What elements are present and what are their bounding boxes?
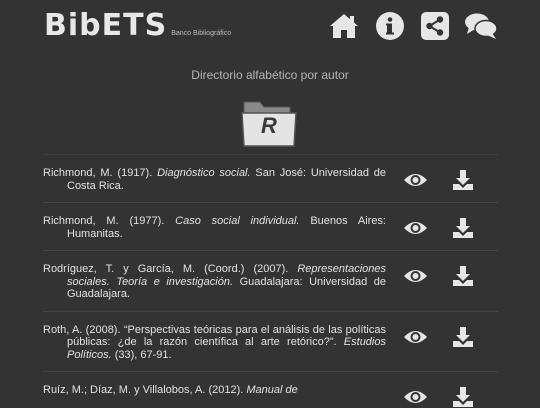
reference-text: Roth, A. (2008). “Perspectivas teóricas … [43,324,386,362]
ref-title: Diagnóstico social. [157,167,251,179]
list-item: Rodríguez, T. y García, M. (Coord.) (200… [43,250,498,311]
ref-authors: Roth, A. (2008). “Perspectivas teóricas … [43,323,386,349]
ref-title: Caso social individual. [175,215,300,227]
ref-authors: Rodríguez, T. y García, M. (Coord.) (200… [43,263,298,275]
ref-authors: Richmond, M. (1977). [43,215,176,227]
header: BibETS Banco Bibliográfico [0,0,540,56]
logo-subtitle: Banco Bibliográfico [171,30,232,37]
home-icon[interactable] [328,11,360,41]
download-icon[interactable] [452,217,474,239]
ref-authors: Richmond, M. (1917). [43,167,158,179]
directory-title: Directorio alfabético por autor [191,68,349,82]
list-item: Richmond, M. (1977). Caso social individ… [43,202,498,250]
share-icon[interactable] [419,11,451,41]
eye-icon[interactable] [403,388,428,406]
folder-letter-badge: R [240,96,298,148]
info-icon[interactable] [374,11,406,41]
logo-text: BibETS [44,8,168,43]
ref-title: Manual de [246,384,298,396]
download-icon[interactable] [452,169,474,191]
download-icon[interactable] [452,265,474,287]
list-item: Ruíz, M.; Díaz, M. y Villalobos, A. (201… [43,371,498,407]
folder-letter: R [261,113,277,138]
logo[interactable]: BibETS Banco Bibliográfico [44,9,231,43]
eye-icon[interactable] [403,219,428,237]
reference-text: Richmond, M. (1977). Caso social individ… [43,215,386,240]
reference-text: Rodríguez, T. y García, M. (Coord.) (200… [43,263,386,301]
chat-icon[interactable] [464,11,498,41]
eye-icon[interactable] [403,171,428,189]
eye-icon[interactable] [403,328,428,346]
reference-text: Ruíz, M.; Díaz, M. y Villalobos, A. (201… [43,384,386,397]
list-item: Richmond, M. (1917). Diagnóstico social.… [43,154,498,202]
list-item: Roth, A. (2008). “Perspectivas teóricas … [43,310,498,372]
ref-authors: Ruíz, M.; Díaz, M. y Villalobos, A. (201… [43,384,247,396]
ref-publisher: (33), 67-91. [111,348,172,361]
reference-list: Richmond, M. (1917). Diagnóstico social.… [43,154,498,407]
reference-text: Richmond, M. (1917). Diagnóstico social.… [43,167,386,192]
eye-icon[interactable] [403,267,428,285]
download-icon[interactable] [452,326,474,348]
